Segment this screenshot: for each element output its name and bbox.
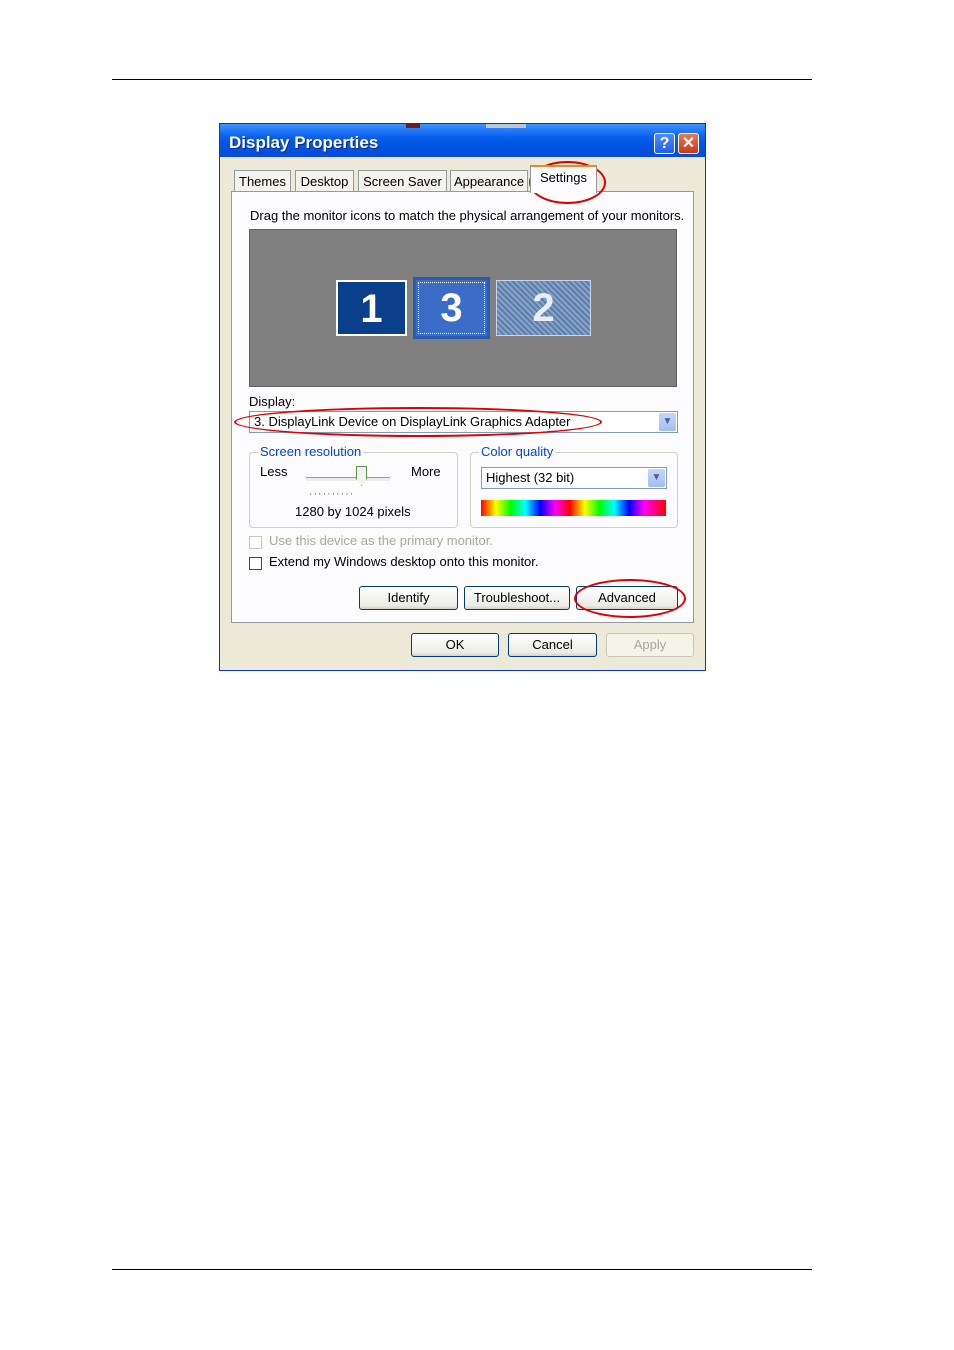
- desktop-strip: [486, 124, 526, 128]
- advanced-button[interactable]: Advanced: [576, 586, 678, 610]
- monitor-2-icon[interactable]: 2: [496, 280, 591, 336]
- troubleshoot-button[interactable]: Troubleshoot...: [464, 586, 570, 610]
- display-select[interactable]: 3. DisplayLink Device on DisplayLink Gra…: [249, 411, 678, 433]
- chevron-down-icon[interactable]: ▼: [648, 469, 665, 487]
- screen-resolution-title: Screen resolution: [258, 444, 364, 459]
- apply-button: Apply: [606, 633, 694, 657]
- color-quality-title: Color quality: [479, 444, 556, 459]
- screen-resolution-group: Screen resolution Less More '''''''''' 1…: [249, 444, 458, 528]
- dialog-title: Display Properties: [229, 133, 379, 152]
- extend-desktop-checkbox[interactable]: [249, 557, 262, 570]
- monitor-arrangement-area[interactable]: 1 3 2: [249, 229, 677, 387]
- desktop-strip: [406, 124, 420, 128]
- tab-appearance[interactable]: Appearance: [450, 170, 528, 192]
- page-top-rule: [112, 79, 812, 80]
- color-quality-group: Color quality Highest (32 bit) ▼: [470, 444, 678, 528]
- tab-desktop[interactable]: Desktop: [295, 170, 354, 192]
- tab-themes[interactable]: Themes: [234, 170, 291, 192]
- help-button[interactable]: ?: [654, 133, 675, 154]
- color-quality-value: Highest (32 bit): [486, 470, 575, 485]
- monitor-3-icon[interactable]: 3: [413, 277, 490, 339]
- tab-screen-saver[interactable]: Screen Saver: [358, 170, 447, 192]
- cancel-button[interactable]: Cancel: [508, 633, 597, 657]
- tab-settings[interactable]: Settings: [530, 165, 597, 193]
- settings-panel: Drag the monitor icons to match the phys…: [231, 191, 694, 623]
- extend-desktop-label: Extend my Windows desktop onto this moni…: [269, 554, 539, 569]
- display-label: Display:: [249, 394, 296, 409]
- ok-button[interactable]: OK: [411, 633, 499, 657]
- resolution-slider-track[interactable]: [306, 477, 390, 482]
- identify-button[interactable]: Identify: [359, 586, 458, 610]
- monitor-1-icon[interactable]: 1: [336, 280, 407, 336]
- slider-ticks: '''''''''': [310, 492, 356, 501]
- color-quality-select[interactable]: Highest (32 bit) ▼: [481, 467, 667, 489]
- resolution-more-label: More: [411, 464, 441, 479]
- color-spectrum-bar: [481, 500, 666, 516]
- resolution-slider-thumb[interactable]: [356, 466, 367, 486]
- resolution-less-label: Less: [260, 464, 288, 479]
- title-bar[interactable]: Display Properties ? ✕: [220, 124, 705, 157]
- close-button[interactable]: ✕: [678, 133, 699, 154]
- display-select-value: 3. DisplayLink Device on DisplayLink Gra…: [254, 414, 571, 429]
- primary-monitor-checkbox[interactable]: [249, 536, 262, 549]
- chevron-down-icon[interactable]: ▼: [659, 413, 676, 431]
- instruction-text: Drag the monitor icons to match the phys…: [250, 208, 685, 223]
- primary-monitor-label: Use this device as the primary monitor.: [269, 533, 493, 548]
- display-properties-dialog: Display Properties ? ✕ Themes Desktop Sc…: [219, 123, 706, 671]
- resolution-value: 1280 by 1024 pixels: [295, 504, 411, 519]
- page-bottom-rule: [112, 1269, 812, 1270]
